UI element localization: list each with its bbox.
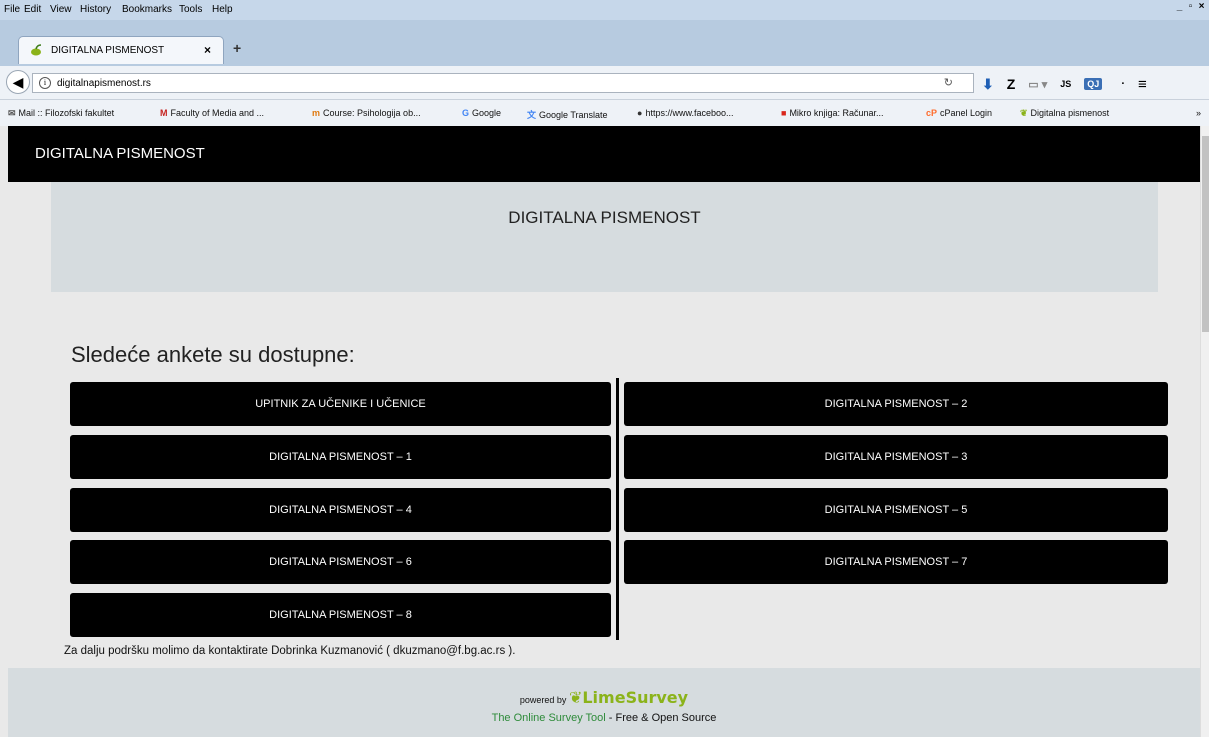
google-icon: G: [462, 108, 470, 118]
url-bar[interactable]: i digitalnapismenost.rs ↻: [32, 73, 974, 93]
page-icon[interactable]: ▭ ▾: [1028, 78, 1047, 91]
site-brand[interactable]: DIGITALNA PISMENOST: [35, 145, 205, 162]
quickjava-icon[interactable]: QJ: [1084, 78, 1103, 90]
bookmark-cpanel[interactable]: cP cPanel Login: [926, 108, 992, 118]
more-bookmarks-icon[interactable]: »: [1196, 108, 1201, 118]
survey-button[interactable]: DIGITALNA PISMENOST – 7: [624, 540, 1168, 584]
bookmarks-toolbar: ✉ Mail :: Filozofski fakultet M Faculty of…: [0, 100, 1209, 126]
menu-view[interactable]: View: [50, 4, 72, 15]
footer: powered by ❦LimeSurvey The Online Survey…: [8, 668, 1200, 737]
survey-button[interactable]: DIGITALNA PISMENOST – 1: [70, 435, 611, 479]
survey-button[interactable]: DIGITALNA PISMENOST – 2: [624, 382, 1168, 426]
bookmark-label: Mikro knjiga: Računar...: [789, 108, 884, 118]
navigation-bar: ◀ i digitalnapismenost.rs ↻ ⬇ Z ▭ ▾ JS Q…: [0, 66, 1209, 100]
site-navbar: DIGITALNA PISMENOST: [8, 126, 1200, 182]
bookmark-gmail[interactable]: M Faculty of Media and ...: [160, 108, 264, 118]
info-icon[interactable]: i: [39, 77, 51, 89]
limesurvey-brand: LimeSurvey: [582, 688, 689, 707]
bookmark-label: Digitalna pismenost: [1030, 108, 1110, 118]
spy-icon: ●: [637, 108, 643, 118]
survey-button[interactable]: DIGITALNA PISMENOST – 8: [70, 593, 611, 637]
bookmark-mikro-knjiga[interactable]: ■ Mikro knjiga: Računar...: [781, 108, 883, 118]
download-icon[interactable]: ⬇: [982, 76, 994, 93]
close-tab-icon[interactable]: ×: [204, 43, 211, 57]
online-survey-tool-link[interactable]: The Online Survey Tool: [492, 712, 606, 724]
survey-button[interactable]: DIGITALNA PISMENOST – 3: [624, 435, 1168, 479]
url-text: digitalnapismenost.rs: [57, 78, 151, 89]
cpanel-icon: cP: [926, 108, 938, 118]
javascript-toggle-icon[interactable]: JS: [1060, 79, 1071, 89]
minimize-icon[interactable]: _: [1174, 1, 1185, 12]
menu-edit[interactable]: Edit: [24, 4, 41, 15]
limesurvey-icon: ❦: [1020, 108, 1028, 118]
surveys-heading: Sledeće ankete su dostupne:: [71, 342, 355, 367]
menu-tools[interactable]: Tools: [179, 4, 202, 15]
window-controls: _ ▫ ×: [1174, 1, 1207, 12]
bookmark-label: Mail :: Filozofski fakultet: [18, 108, 115, 118]
new-tab-button[interactable]: +: [233, 40, 241, 56]
bookmark-label: https://www.faceboo...: [645, 108, 734, 118]
close-window-icon[interactable]: ×: [1196, 1, 1207, 12]
gmail-icon: M: [160, 108, 168, 118]
tab-strip: DIGITALNA PISMENOST × +: [0, 20, 1209, 66]
jumbotron: DIGITALNA PISMENOST: [51, 182, 1158, 292]
hamburger-menu-icon[interactable]: ≡: [1138, 76, 1147, 93]
page-viewport: DIGITALNA PISMENOST DIGITALNA PISMENOST …: [8, 126, 1200, 737]
menu-bar: File Edit View History Bookmarks Tools H…: [0, 0, 1209, 20]
bookmark-google[interactable]: G Google: [462, 108, 501, 118]
back-button[interactable]: ◀: [6, 70, 30, 94]
translate-icon: 文: [527, 110, 537, 120]
survey-button[interactable]: UPITNIK ZA UČENIKE I UČENICE: [70, 382, 611, 426]
zotero-icon[interactable]: Z: [1007, 76, 1016, 92]
vertical-scrollbar[interactable]: [1200, 126, 1209, 737]
bookmark-moodle[interactable]: m Course: Psihologija ob...: [312, 108, 421, 118]
bookmark-google-translate[interactable]: 文 Google Translate: [527, 108, 608, 121]
powered-by: powered by ❦LimeSurvey: [8, 688, 1200, 707]
reload-icon[interactable]: ↻: [944, 76, 953, 89]
survey-button[interactable]: DIGITALNA PISMENOST – 6: [70, 540, 611, 584]
page-title: DIGITALNA PISMENOST: [508, 208, 701, 227]
toolbar-icons: ⬇ Z ▭ ▾ JS QJ · ≡: [982, 74, 1160, 94]
arrow-left-icon: ◀: [12, 74, 24, 90]
tagline-rest: - Free & Open Source: [605, 712, 717, 724]
mikro-knjiga-icon: ■: [781, 108, 787, 118]
bookmark-label: Faculty of Media and ...: [170, 108, 265, 118]
powered-by-label: powered by: [519, 695, 567, 705]
moodle-icon: m: [312, 108, 321, 118]
overflow-icon[interactable]: ·: [1121, 78, 1125, 90]
contact-text: Za dalju podršku molimo da kontaktirate …: [64, 645, 516, 657]
bookmark-label: Course: Psihologija ob...: [323, 108, 421, 118]
bookmark-facebook[interactable]: ● https://www.faceboo...: [637, 108, 733, 118]
bookmark-label: Google Translate: [539, 110, 608, 120]
tab-title: DIGITALNA PISMENOST: [51, 45, 165, 56]
mail-icon: ✉: [8, 108, 16, 118]
menu-file[interactable]: File: [4, 4, 20, 15]
bookmark-label: Google: [472, 108, 502, 118]
survey-button[interactable]: DIGITALNA PISMENOST – 5: [624, 488, 1168, 532]
menu-help[interactable]: Help: [212, 4, 233, 15]
lime-icon: ❦: [568, 688, 583, 707]
limesurvey-favicon-icon: [31, 44, 42, 56]
column-divider: [616, 378, 619, 640]
bookmark-mail[interactable]: ✉ Mail :: Filozofski fakultet: [8, 108, 114, 119]
scrollbar-thumb[interactable]: [1202, 136, 1209, 332]
menu-bookmarks[interactable]: Bookmarks: [122, 4, 172, 15]
limesurvey-logo[interactable]: ❦LimeSurvey: [569, 688, 688, 707]
bookmark-digitalna-pismenost[interactable]: ❦ Digitalna pismenost: [1020, 108, 1109, 119]
footer-tagline: The Online Survey Tool - Free & Open Sou…: [8, 712, 1200, 724]
maximize-icon[interactable]: ▫: [1185, 1, 1196, 12]
bookmark-label: cPanel Login: [940, 108, 993, 118]
survey-button[interactable]: DIGITALNA PISMENOST – 4: [70, 488, 611, 532]
tab-digitalna-pismenost[interactable]: DIGITALNA PISMENOST ×: [18, 36, 224, 64]
menu-history[interactable]: History: [80, 4, 111, 15]
